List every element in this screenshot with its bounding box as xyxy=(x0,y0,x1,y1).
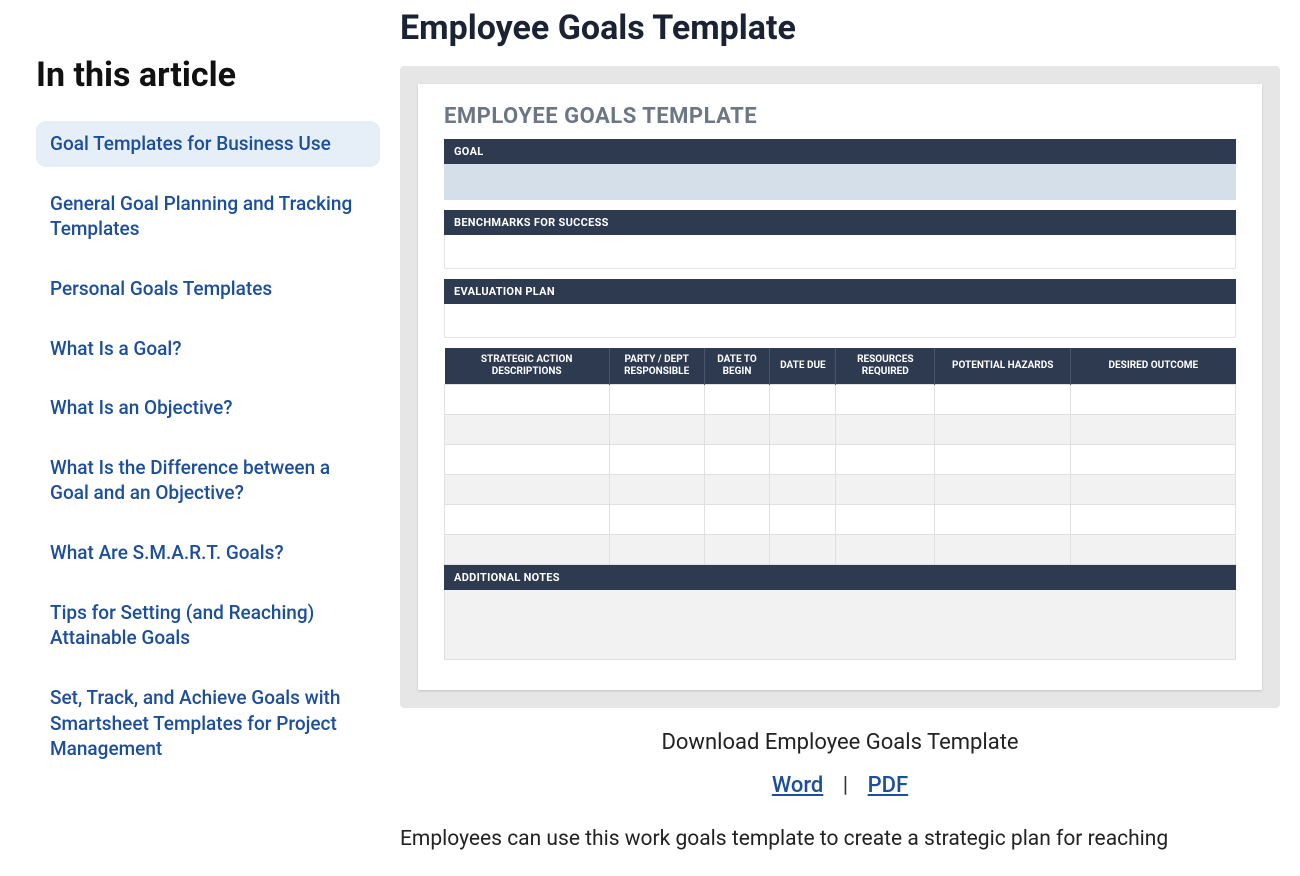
table-row xyxy=(445,415,1236,445)
section-evaluation-header: EVALUATION PLAN xyxy=(444,279,1236,304)
table-body xyxy=(445,385,1236,565)
toc-item-whatgoal[interactable]: What Is a Goal? xyxy=(36,326,380,372)
download-links: Word | PDF xyxy=(400,773,1280,798)
th-outcome: DESIRED OUTCOME xyxy=(1071,348,1236,385)
table-row xyxy=(445,505,1236,535)
download-caption: Download Employee Goals Template xyxy=(400,730,1280,755)
download-pdf-link[interactable]: PDF xyxy=(868,773,909,798)
body-paragraph: Employees can use this work goals templa… xyxy=(400,824,1280,856)
th-date-begin: DATE TO BEGIN xyxy=(704,348,770,385)
section-notes-header: ADDITIONAL NOTES xyxy=(444,565,1236,590)
toc-item-whatobj[interactable]: What Is an Objective? xyxy=(36,385,380,431)
toc-item-diff[interactable]: What Is the Difference between a Goal an… xyxy=(36,445,380,516)
section-benchmarks-body xyxy=(444,235,1236,269)
toc-heading: In this article xyxy=(36,55,380,95)
section-benchmarks-header: BENCHMARKS FOR SUCCESS xyxy=(444,210,1236,235)
table-row xyxy=(445,535,1236,565)
table-header-row: STRATEGIC ACTION DESCRIPTIONS PARTY / DE… xyxy=(445,348,1236,385)
main-content: Employee Goals Template EMPLOYEE GOALS T… xyxy=(400,0,1280,856)
th-resources: RESOURCES REQUIRED xyxy=(836,348,935,385)
table-row xyxy=(445,475,1236,505)
table-row xyxy=(445,445,1236,475)
th-hazards: POTENTIAL HAZARDS xyxy=(935,348,1071,385)
page-title: Employee Goals Template xyxy=(400,8,1280,48)
toc-item-smart[interactable]: What Are S.M.A.R.T. Goals? xyxy=(36,530,380,576)
section-notes-body xyxy=(444,590,1236,660)
template-paper: EMPLOYEE GOALS TEMPLATE GOAL BENCHMARKS … xyxy=(418,84,1262,690)
toc-item-general[interactable]: General Goal Planning and Tracking Templ… xyxy=(36,181,380,252)
sidebar-toc: In this article Goal Templates for Busin… xyxy=(20,0,400,856)
th-party: PARTY / DEPT RESPONSIBLE xyxy=(609,348,704,385)
section-goal-body xyxy=(444,164,1236,200)
strategy-table: STRATEGIC ACTION DESCRIPTIONS PARTY / DE… xyxy=(444,348,1236,565)
toc-item-business[interactable]: Goal Templates for Business Use xyxy=(36,121,380,167)
th-date-due: DATE DUE xyxy=(770,348,836,385)
toc-item-smartsheet[interactable]: Set, Track, and Achieve Goals with Smart… xyxy=(36,675,380,772)
section-evaluation-body xyxy=(444,304,1236,338)
toc-item-personal[interactable]: Personal Goals Templates xyxy=(36,266,380,312)
download-word-link[interactable]: Word xyxy=(772,773,824,798)
toc-item-tips[interactable]: Tips for Setting (and Reaching) Attainab… xyxy=(36,590,380,661)
download-separator: | xyxy=(843,773,848,798)
th-strategic: STRATEGIC ACTION DESCRIPTIONS xyxy=(445,348,610,385)
template-title: EMPLOYEE GOALS TEMPLATE xyxy=(444,104,1236,129)
section-goal-header: GOAL xyxy=(444,139,1236,164)
table-row xyxy=(445,385,1236,415)
template-preview: EMPLOYEE GOALS TEMPLATE GOAL BENCHMARKS … xyxy=(400,66,1280,708)
